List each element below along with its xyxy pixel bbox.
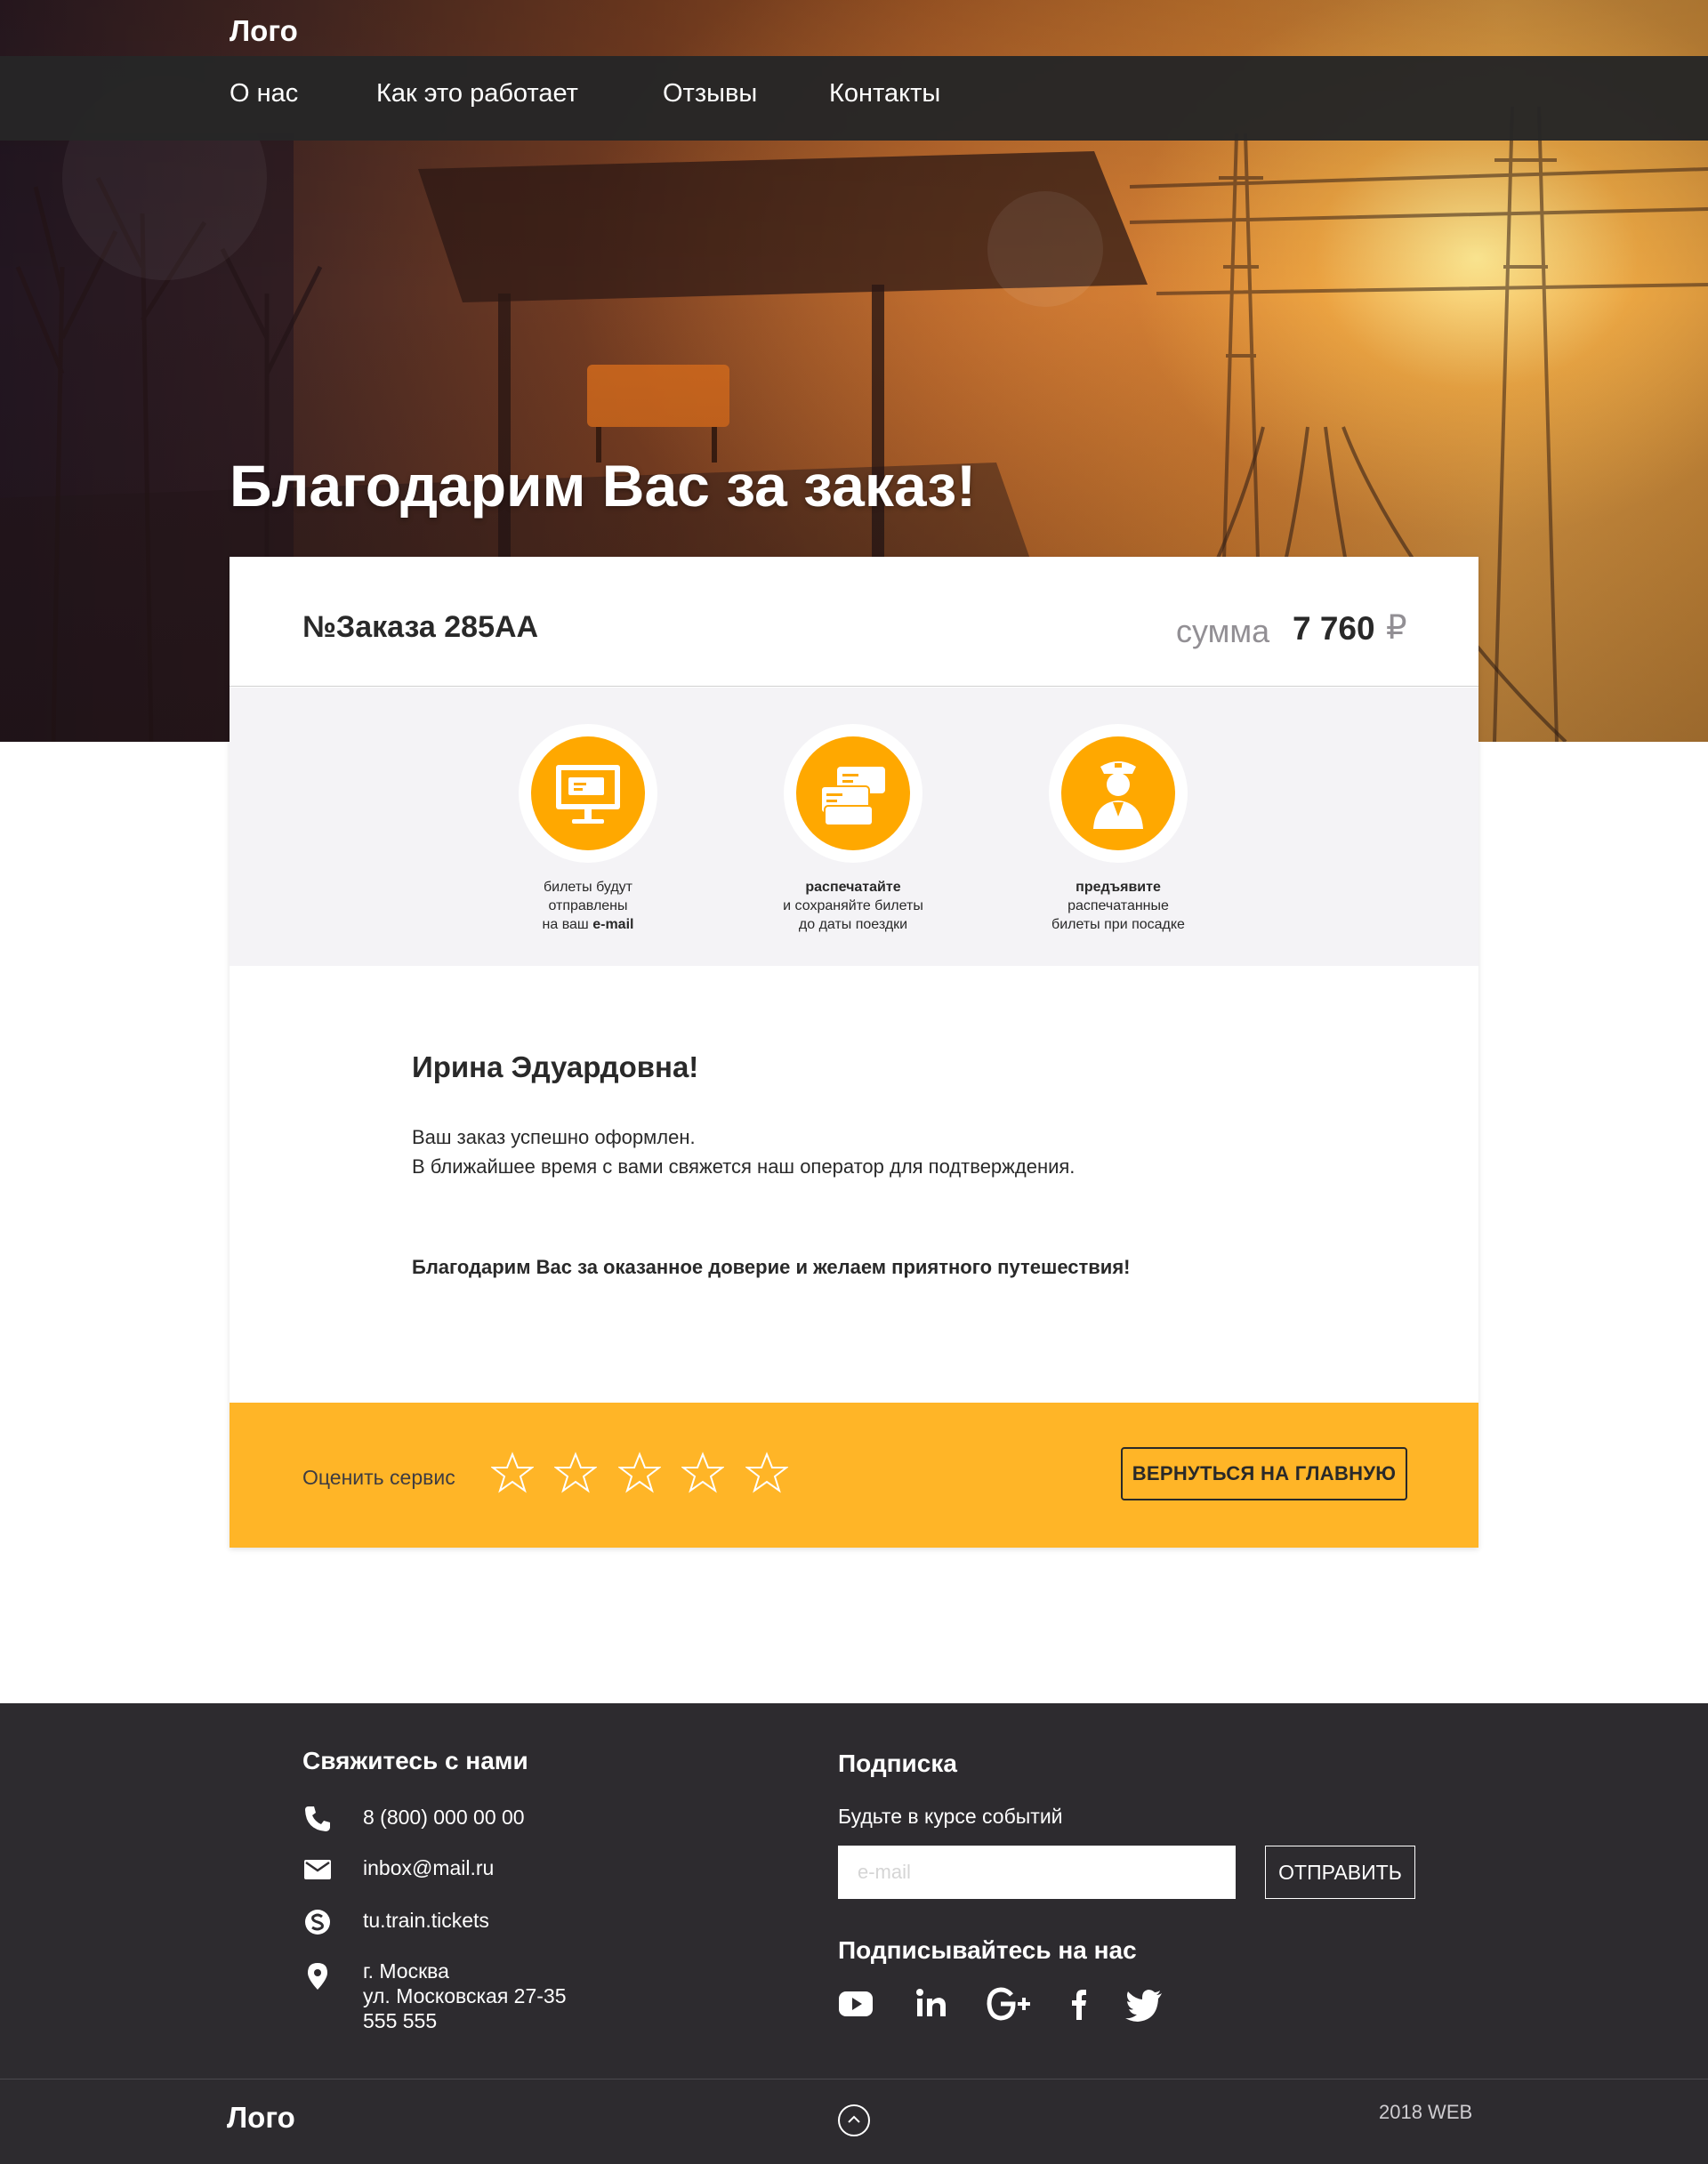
main-nav: О нас Как это работает Отзывы Контакты <box>0 56 1708 141</box>
order-summary-header: №Заказа 285АА сумма 7 760 ₽ <box>230 557 1478 687</box>
star-icon[interactable] <box>617 1452 661 1494</box>
instruction-steps: билеты будут отправлены на ваш e-mail ра… <box>230 688 1478 966</box>
message-line: Ваш заказ успешно оформлен. <box>412 1126 696 1148</box>
mail-icon <box>304 1860 331 1879</box>
nav-item-how-it-works[interactable]: Как это работает <box>376 79 578 109</box>
google-plus-icon[interactable] <box>986 1986 1032 2022</box>
follow-title: Подписывайтесь на нас <box>838 1936 1137 1964</box>
back-to-home-button[interactable]: ВЕРНУТЬСЯ НА ГЛАВНУЮ <box>1121 1447 1407 1500</box>
step-print-text: распечатайте и сохраняйте билеты до даты… <box>783 880 923 932</box>
location-pin-icon <box>308 1963 327 1990</box>
step-present: предъявите распечатанные билеты при поса… <box>1020 724 1216 934</box>
contacts-title: Свяжитесь с нами <box>302 1747 528 1774</box>
order-sum-value: 7 760 <box>1293 610 1375 647</box>
footer-divider <box>0 2079 1708 2080</box>
footer: Свяжитесь с нами 8 (800) 000 00 00 inbox… <box>0 1703 1708 2164</box>
youtube-icon[interactable] <box>838 1986 874 2022</box>
scroll-to-top-button[interactable] <box>838 2104 870 2136</box>
subscribe-title: Подписка <box>838 1750 957 1777</box>
star-icon[interactable] <box>681 1452 725 1494</box>
rating-label: Оценить сервис <box>302 1466 455 1489</box>
footer-logo[interactable]: Лого <box>227 2101 295 2135</box>
rating-stars <box>491 1452 805 1499</box>
nav-item-reviews[interactable]: Отзывы <box>663 79 757 109</box>
contact-address: г. Москва ул. Московская 27-35 555 555 <box>363 1959 567 2032</box>
subscribe-send-button[interactable]: ОТПРАВИТЬ <box>1265 1846 1415 1899</box>
star-icon[interactable] <box>554 1452 598 1494</box>
star-icon[interactable] <box>491 1452 534 1494</box>
subscribe-email-input[interactable] <box>838 1846 1236 1899</box>
linkedin-icon[interactable] <box>914 1986 949 2022</box>
message-line: В ближайшее время с вами свяжется наш оп… <box>412 1155 1076 1178</box>
customer-greeting: Ирина Эдуардовна! <box>412 1050 699 1083</box>
order-sum-label: сумма <box>1176 613 1270 649</box>
nav-item-contacts[interactable]: Контакты <box>829 79 940 109</box>
subscribe-hint: Будьте в курсе событий <box>838 1805 1063 1828</box>
order-number: №Заказа 285АА <box>302 610 539 644</box>
step-present-text: предъявите распечатанные билеты при поса… <box>1051 880 1185 932</box>
tickets-icon <box>820 767 885 826</box>
header-logo[interactable]: Лого <box>230 14 298 48</box>
nav-item-about[interactable]: О нас <box>230 79 298 109</box>
step-icon-circle <box>519 724 657 863</box>
skype-icon <box>305 1910 330 1935</box>
twitter-icon[interactable] <box>1124 1986 1164 2022</box>
step-print: распечатайте и сохраняйте билеты до даты… <box>755 724 951 934</box>
step-email-text: билеты будут отправлены на ваш e-mail <box>542 880 634 932</box>
order-confirmation-card: №Заказа 285АА сумма 7 760 ₽ билеты будут… <box>230 557 1478 1548</box>
phone-icon <box>305 1806 330 1831</box>
conductor-icon <box>1093 761 1143 829</box>
step-icon-circle <box>1049 724 1188 863</box>
rating-bar: Оценить сервис ВЕРНУТЬСЯ НА ГЛАВНУЮ <box>230 1403 1478 1548</box>
copyright: 2018 WEB <box>1379 2101 1473 2123</box>
step-icon-circle <box>784 724 922 863</box>
step-email: билеты будут отправлены на ваш e-mail <box>490 724 686 934</box>
monitor-ticket-icon <box>556 765 620 824</box>
order-message: Ваш заказ успешно оформлен. В ближайшее … <box>412 1122 1075 1181</box>
thanks-message: Благодарим Вас за оказанное доверие и же… <box>412 1256 1131 1278</box>
star-icon[interactable] <box>745 1452 788 1494</box>
facebook-icon[interactable] <box>1066 1986 1092 2022</box>
chevron-up-icon <box>848 2115 860 2123</box>
ruble-icon: ₽ <box>1386 609 1407 646</box>
page-title: Благодарим Вас за заказ! <box>230 453 977 519</box>
